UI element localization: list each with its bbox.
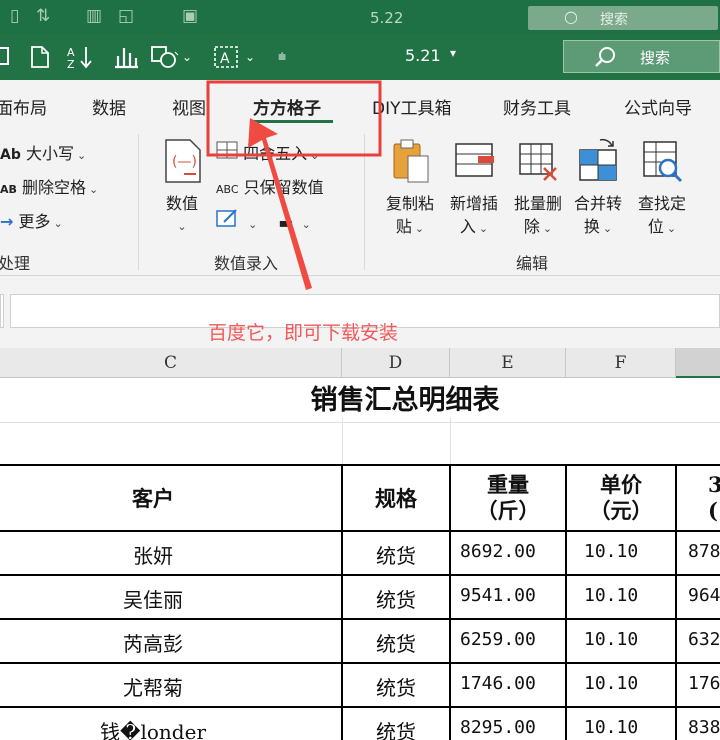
highlight-box	[206, 80, 382, 157]
excel-window: ▯ ⇅ ▥ ◱ ▣ 5.22 ○ 搜索 AZ ⌄ A ⌄ ⩧ 5.21 ▾ 搜索…	[0, 0, 720, 740]
annotation-caption: 百度它，即可下载安装	[208, 322, 399, 344]
annotation-arrow	[248, 118, 312, 290]
annotation-overlay	[206, 80, 382, 290]
